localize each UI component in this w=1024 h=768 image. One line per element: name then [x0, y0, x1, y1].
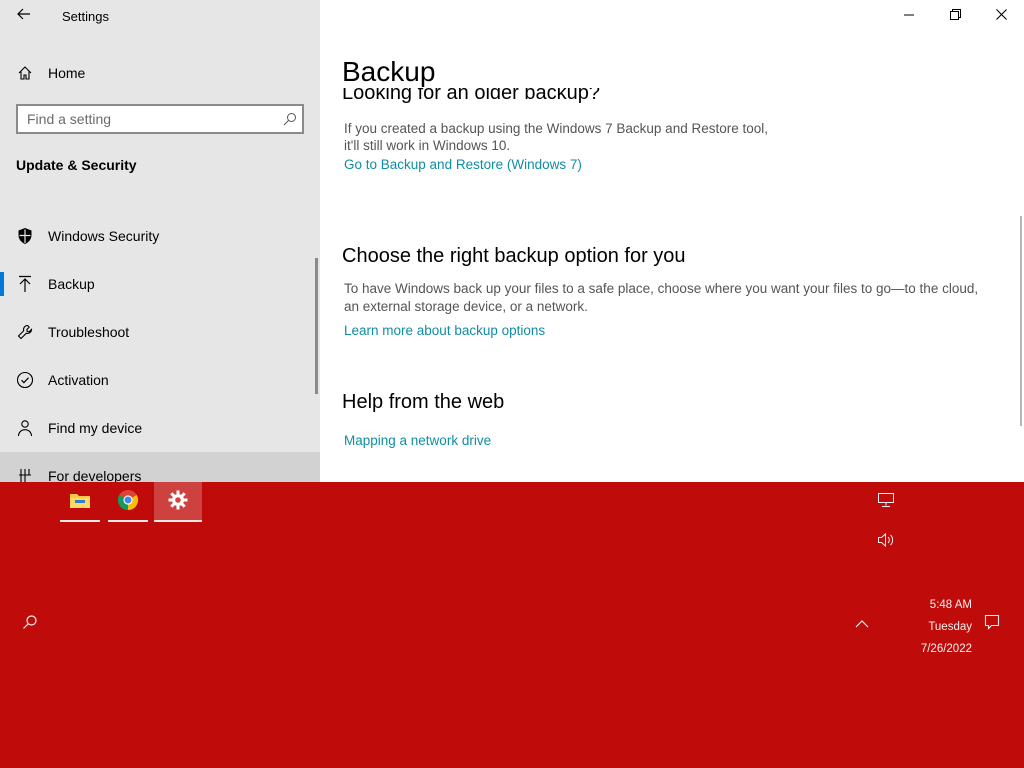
learn-more-backup-link[interactable]: Learn more about backup options — [344, 323, 545, 338]
older-backup-text-1: If you created a backup using the Window… — [344, 121, 768, 136]
backup-option-text-1: To have Windows back up your files to a … — [344, 281, 979, 296]
sidebar-item-label: Troubleshoot — [48, 324, 130, 340]
action-center-button[interactable] — [980, 612, 1004, 636]
app-title: Settings — [62, 9, 109, 24]
restore-icon — [949, 7, 961, 25]
sidebar-item-find-my-device[interactable]: Find my device — [0, 404, 320, 452]
sidebar-item-label: Windows Security — [48, 228, 160, 244]
network-icon — [877, 492, 895, 513]
backup-restore-link[interactable]: Go to Backup and Restore (Windows 7) — [344, 157, 582, 172]
clock-date: 7/26/2022 — [920, 643, 972, 655]
sidebar-nav: Windows Security Backup Troubleshoot Act… — [0, 212, 320, 482]
running-indicator — [154, 520, 202, 522]
search-icon — [22, 614, 38, 635]
gear-icon — [168, 490, 188, 515]
backup-arrow-icon — [16, 275, 34, 293]
chevron-up-icon — [855, 615, 869, 633]
older-backup-text-2: it'll still work in Windows 10. — [344, 138, 511, 153]
sidebar-item-troubleshoot[interactable]: Troubleshoot — [0, 308, 320, 356]
close-button[interactable] — [978, 0, 1024, 32]
wrench-icon — [16, 323, 34, 341]
running-indicator — [108, 520, 148, 522]
back-arrow-icon — [17, 7, 31, 25]
search-placeholder: Find a setting — [27, 111, 112, 127]
sidebar-item-label: Find my device — [48, 420, 143, 436]
sidebar-item-label: Home — [48, 65, 86, 81]
close-icon — [995, 7, 1007, 25]
volume-button[interactable] — [874, 530, 898, 554]
search-button[interactable] — [18, 612, 42, 636]
main-content: Backup Looking for an older backup? If y… — [320, 0, 1024, 482]
shield-icon — [16, 227, 34, 245]
show-hidden-icons-button[interactable] — [850, 612, 874, 636]
search-icon — [278, 112, 302, 126]
taskbar-chrome[interactable] — [108, 482, 148, 522]
person-pin-icon — [16, 419, 34, 437]
sidebar-item-windows-security[interactable]: Windows Security — [0, 212, 320, 260]
sidebar-item-backup[interactable]: Backup — [0, 260, 320, 308]
running-indicator — [60, 520, 100, 522]
sidebar-item-label: Activation — [48, 372, 109, 388]
backup-option-heading: Choose the right backup option for you — [342, 245, 686, 267]
sidebar-item-for-developers[interactable]: For developers — [0, 452, 320, 482]
backup-option-text-2: an external storage device, or a network… — [344, 299, 588, 314]
section-title: Update & Security — [16, 157, 137, 173]
sidebar-item-label: Backup — [48, 276, 95, 292]
page-title: Backup — [342, 56, 436, 87]
older-backup-heading: Looking for an older backup? — [342, 88, 600, 104]
volume-icon — [877, 532, 895, 553]
settings-window: Settings Home Find a setting Update & Se… — [0, 0, 1024, 482]
main-scrollbar[interactable] — [1020, 216, 1022, 426]
restore-button[interactable] — [932, 0, 978, 32]
sidebar-item-label: For developers — [48, 468, 142, 482]
taskbar-settings[interactable] — [154, 482, 202, 522]
back-button[interactable] — [6, 2, 42, 30]
older-backup-heading-clip: Looking for an older backup? — [320, 88, 1024, 110]
mapping-network-drive-link[interactable]: Mapping a network drive — [344, 433, 491, 448]
help-heading: Help from the web — [342, 391, 505, 413]
taskbar: 5:48 AM Tuesday 7/26/2022 — [0, 482, 1024, 768]
folder-icon — [69, 491, 91, 514]
search-input[interactable]: Find a setting — [16, 104, 304, 134]
sidebar-scrollbar[interactable] — [315, 258, 318, 394]
home-icon — [16, 64, 34, 82]
developer-icon — [16, 467, 34, 482]
minimize-icon — [904, 7, 914, 25]
chrome-icon — [117, 489, 139, 516]
clock[interactable]: 5:48 AM Tuesday 7/26/2022 — [896, 594, 972, 660]
clock-time: 5:48 AM — [929, 599, 972, 611]
check-circle-icon — [16, 371, 34, 389]
sidebar-item-home[interactable]: Home — [0, 56, 320, 90]
sidebar: Settings Home Find a setting Update & Se… — [0, 0, 320, 482]
sidebar-item-activation[interactable]: Activation — [0, 356, 320, 404]
network-button[interactable] — [874, 490, 898, 514]
clock-day: Tuesday — [928, 621, 972, 633]
notifications-icon — [984, 614, 1000, 635]
minimize-button[interactable] — [886, 0, 932, 32]
taskbar-file-explorer[interactable] — [60, 482, 100, 522]
